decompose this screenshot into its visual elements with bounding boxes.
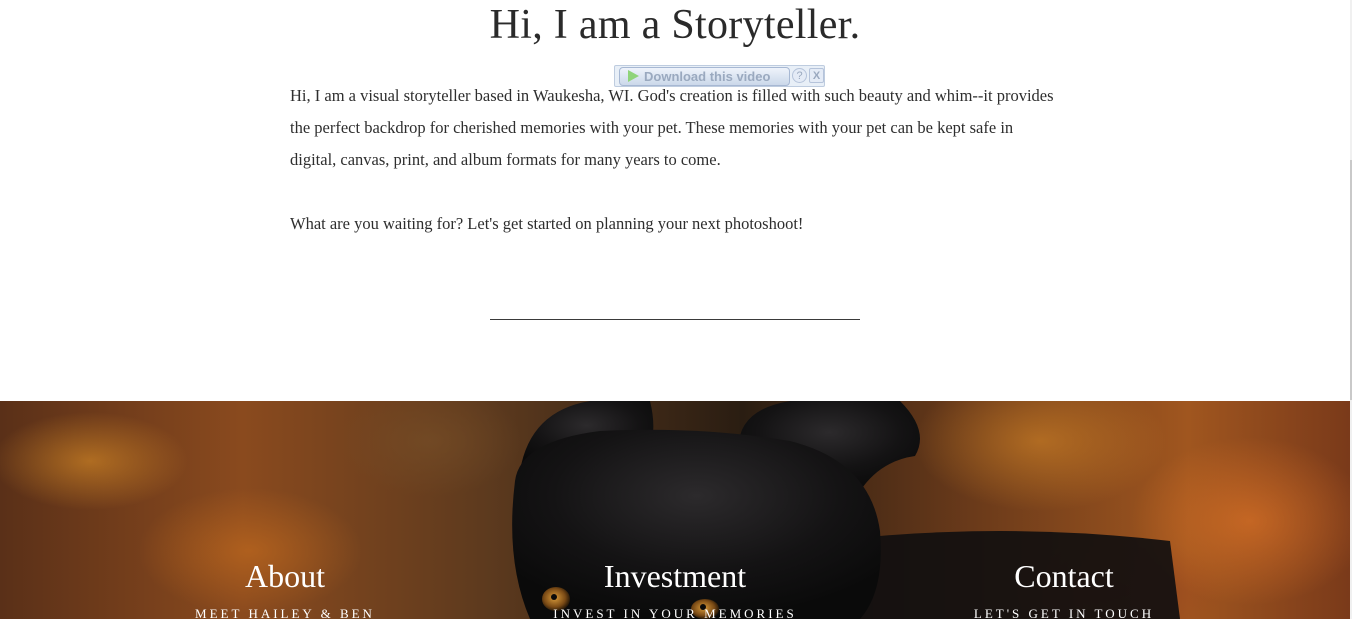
page-title: Hi, I am a Storyteller. bbox=[489, 2, 861, 48]
investment-heading[interactable]: Investment bbox=[495, 556, 855, 596]
contact-subtitle[interactable]: LET'S GET IN TOUCH bbox=[884, 606, 1244, 619]
footer-nav-about[interactable]: About MEET HAILEY & BEN bbox=[105, 556, 465, 619]
footer-nav-investment[interactable]: Investment INVEST IN YOUR MEMORIES bbox=[495, 556, 855, 619]
download-video-label: Download this video bbox=[644, 69, 771, 84]
about-heading[interactable]: About bbox=[105, 556, 465, 596]
close-icon[interactable]: X bbox=[809, 68, 824, 83]
contact-heading[interactable]: Contact bbox=[884, 556, 1244, 596]
download-video-button[interactable]: Download this video bbox=[619, 67, 790, 86]
footer-nav-contact[interactable]: Contact LET'S GET IN TOUCH bbox=[884, 556, 1244, 619]
play-icon bbox=[628, 70, 639, 82]
intro-paragraph-1: Hi, I am a visual storyteller based in W… bbox=[290, 86, 1054, 169]
about-subtitle[interactable]: MEET HAILEY & BEN bbox=[105, 606, 465, 619]
intro-text: Hi, I am a visual storyteller based in W… bbox=[290, 80, 1060, 240]
investment-subtitle[interactable]: INVEST IN YOUR MEMORIES bbox=[495, 606, 855, 619]
intro-paragraph-2: What are you waiting for? Let's get star… bbox=[290, 214, 804, 233]
help-icon[interactable]: ? bbox=[792, 68, 807, 83]
section-divider bbox=[490, 319, 860, 320]
download-video-widget: Download this video ? X bbox=[614, 65, 825, 87]
